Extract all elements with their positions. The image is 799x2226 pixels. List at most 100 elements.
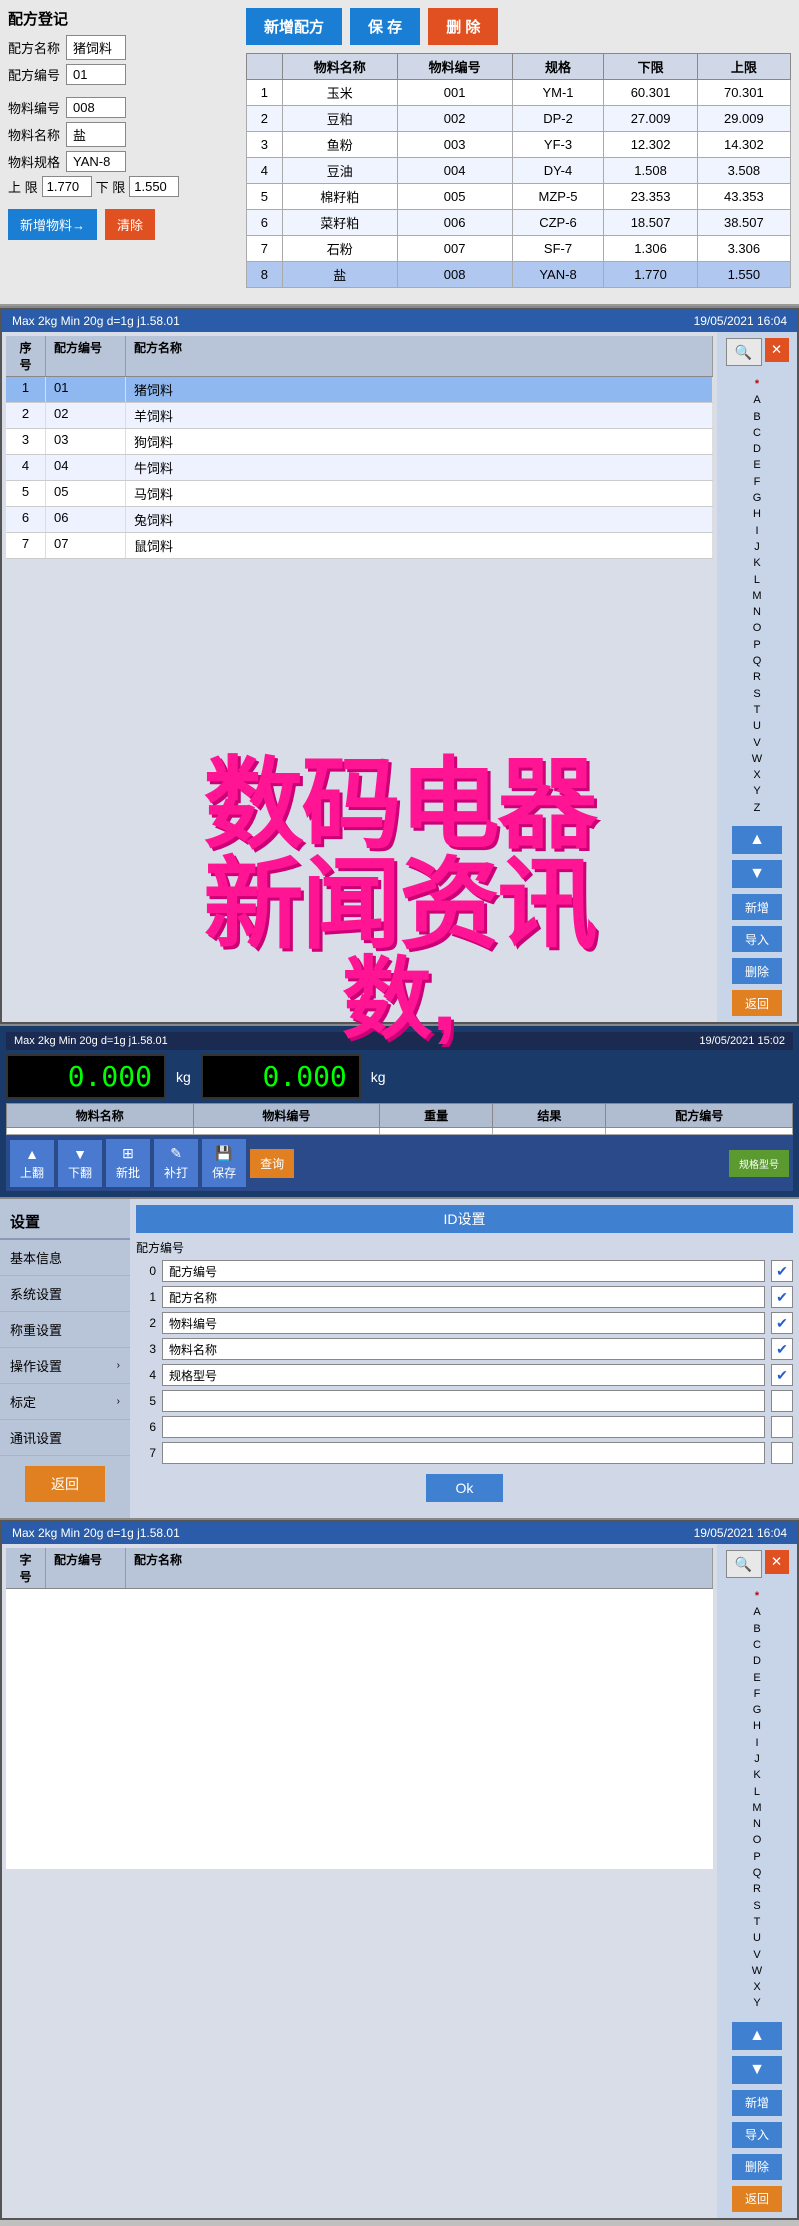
id-input-field[interactable] xyxy=(162,1312,765,1334)
batch-button[interactable]: ⊞ 新批 xyxy=(106,1139,150,1187)
search-button[interactable]: 🔍 xyxy=(726,338,762,366)
alpha-item[interactable]: D xyxy=(749,441,765,457)
alpha-item[interactable]: R xyxy=(749,669,765,685)
alpha-item[interactable]: I xyxy=(751,523,762,539)
nav-up-button[interactable]: ▲ xyxy=(732,826,782,854)
up-button[interactable]: ▲ 上翻 xyxy=(10,1140,54,1187)
id-checkbox[interactable]: ✔ xyxy=(771,1338,793,1360)
alpha-item[interactable]: F xyxy=(750,474,765,490)
alpha2-item[interactable]: G xyxy=(749,1702,766,1718)
save-button[interactable]: 保 存 xyxy=(350,8,420,45)
import-button[interactable]: 导入 xyxy=(732,926,782,952)
settings-item[interactable]: 系统设置 xyxy=(0,1276,130,1312)
back-button[interactable]: 返回 xyxy=(732,990,782,1016)
alpha-item[interactable]: S xyxy=(749,686,764,702)
back2-button[interactable]: 返回 xyxy=(732,2186,782,2212)
alpha2-item[interactable]: F xyxy=(750,1686,765,1702)
alpha-item[interactable]: X xyxy=(749,767,764,783)
alpha2-item[interactable]: K xyxy=(749,1767,764,1783)
alpha2-item[interactable]: I xyxy=(751,1735,762,1751)
table-row[interactable]: 1 玉米 001 YM-1 60.301 70.301 xyxy=(247,80,791,106)
close2-button[interactable]: ✕ xyxy=(765,1550,789,1574)
id-input-field[interactable] xyxy=(162,1286,765,1308)
delete-button[interactable]: 删 除 xyxy=(428,8,498,45)
down-button[interactable]: ▼ 下翻 xyxy=(58,1140,102,1187)
alpha2-item[interactable]: X xyxy=(749,1979,764,1995)
search2-button[interactable]: 🔍 xyxy=(726,1550,762,1578)
table-row[interactable]: 6 菜籽粕 006 CZP-6 18.507 38.507 xyxy=(247,210,791,236)
new-formula-button[interactable]: 新增配方 xyxy=(246,8,342,45)
table-row[interactable]: 4 豆油 004 DY-4 1.508 3.508 xyxy=(247,158,791,184)
clear-button[interactable]: 清除 xyxy=(105,209,155,240)
id-input-field[interactable] xyxy=(162,1442,765,1464)
settings-item[interactable]: 称重设置 xyxy=(0,1312,130,1348)
formula-list-item[interactable]: 6 06 兔饲料 xyxy=(6,507,713,533)
formula-list-item[interactable]: 7 07 鼠饲料 xyxy=(6,533,713,559)
alpha2-item[interactable]: A xyxy=(749,1604,764,1620)
close-button[interactable]: ✕ xyxy=(765,338,789,362)
alpha-item[interactable]: L xyxy=(750,572,764,588)
spec-type-button[interactable]: 规格型号 xyxy=(729,1150,789,1177)
id-checkbox[interactable]: ✔ xyxy=(771,1312,793,1334)
settings-item[interactable]: 标定› xyxy=(0,1384,130,1420)
alpha2-item[interactable]: W xyxy=(748,1963,766,1979)
alpha-item[interactable]: * xyxy=(751,376,763,392)
alpha-item[interactable]: N xyxy=(749,604,765,620)
alpha-item[interactable]: W xyxy=(748,751,766,767)
alpha2-item[interactable]: M xyxy=(748,1800,765,1816)
alpha2-item[interactable]: J xyxy=(750,1751,764,1767)
alpha-item[interactable]: T xyxy=(750,702,765,718)
lower-limit-value[interactable]: 1.550 xyxy=(129,176,179,197)
alpha2-item[interactable]: O xyxy=(749,1832,766,1848)
settings-back-button[interactable]: 返回 xyxy=(25,1466,105,1502)
alpha2-item[interactable]: B xyxy=(749,1621,764,1637)
new-formula-popup-button[interactable]: 新增 xyxy=(732,894,782,920)
alpha2-item[interactable]: N xyxy=(749,1816,765,1832)
formula-list-item[interactable]: 3 03 狗饲料 xyxy=(6,429,713,455)
alpha2-item[interactable]: T xyxy=(750,1914,765,1930)
alpha2-item[interactable]: H xyxy=(749,1718,765,1734)
settings-item[interactable]: 通讯设置 xyxy=(0,1420,130,1456)
alpha-item[interactable]: O xyxy=(749,620,766,636)
settings-item[interactable]: 操作设置› xyxy=(0,1348,130,1384)
id-checkbox[interactable] xyxy=(771,1390,793,1412)
alpha-item[interactable]: E xyxy=(749,457,764,473)
alpha-item[interactable]: Z xyxy=(750,800,765,816)
alpha-item[interactable]: B xyxy=(749,409,764,425)
alpha2-item[interactable]: D xyxy=(749,1653,765,1669)
alpha-item[interactable]: J xyxy=(750,539,764,555)
alpha-item[interactable]: P xyxy=(749,637,764,653)
alpha-item[interactable]: Y xyxy=(749,783,764,799)
alpha-item[interactable]: U xyxy=(749,718,765,734)
formula-list-item[interactable]: 4 04 牛饲料 xyxy=(6,455,713,481)
table-row[interactable]: 5 棉籽粕 005 MZP-5 23.353 43.353 xyxy=(247,184,791,210)
id-checkbox[interactable]: ✔ xyxy=(771,1260,793,1282)
id-input-field[interactable] xyxy=(162,1260,765,1282)
upper-limit-value[interactable]: 1.770 xyxy=(42,176,92,197)
nav2-down-button[interactable]: ▼ xyxy=(732,2056,782,2084)
alpha2-item[interactable]: L xyxy=(750,1784,764,1800)
id-checkbox[interactable]: ✔ xyxy=(771,1364,793,1386)
supplement-button[interactable]: ✎ 补打 xyxy=(154,1139,198,1187)
alpha-item[interactable]: C xyxy=(749,425,765,441)
id-checkbox[interactable]: ✔ xyxy=(771,1286,793,1308)
formula-list-item[interactable]: 1 01 猪饲料 xyxy=(6,377,713,403)
alpha-item[interactable]: M xyxy=(748,588,765,604)
alpha2-item[interactable]: R xyxy=(749,1881,765,1897)
id-input-field[interactable] xyxy=(162,1338,765,1360)
alpha2-item[interactable]: E xyxy=(749,1670,764,1686)
id-input-field[interactable] xyxy=(162,1364,765,1386)
alpha2-item[interactable]: V xyxy=(749,1947,764,1963)
alpha2-item[interactable]: C xyxy=(749,1637,765,1653)
alpha-item[interactable]: Q xyxy=(749,653,766,669)
alpha-item[interactable]: V xyxy=(749,735,764,751)
table-row[interactable]: 8 盐 008 YAN-8 1.770 1.550 xyxy=(247,262,791,288)
query-button[interactable]: 查询 xyxy=(250,1149,294,1178)
alpha2-item[interactable]: P xyxy=(749,1849,764,1865)
id-input-field[interactable] xyxy=(162,1416,765,1438)
alpha2-item[interactable]: U xyxy=(749,1930,765,1946)
settings-item[interactable]: 基本信息 xyxy=(0,1240,130,1276)
alpha-item[interactable]: K xyxy=(749,555,764,571)
id-input-field[interactable] xyxy=(162,1390,765,1412)
alpha2-item[interactable]: S xyxy=(749,1898,764,1914)
